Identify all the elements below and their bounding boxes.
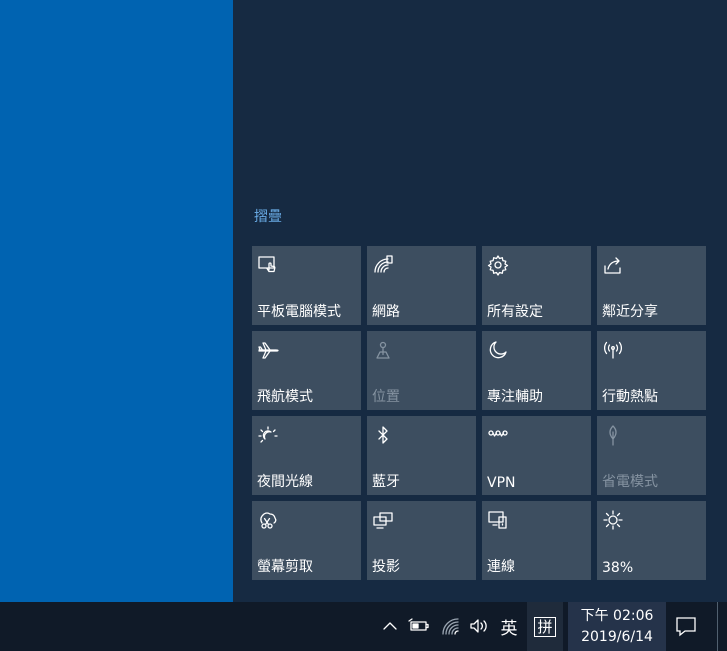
tile-night-light[interactable]: 夜間光線 — [252, 416, 361, 495]
desktop-wallpaper — [0, 0, 233, 602]
tile-label: 夜間光線 — [257, 474, 313, 490]
taskbar: 英 拼 下午 02:06 2019/6/14 — [0, 602, 727, 651]
notification-icon[interactable] — [674, 614, 698, 638]
location-icon — [372, 339, 394, 361]
bluetooth-icon — [372, 424, 394, 446]
wifi-icon[interactable] — [440, 614, 464, 638]
moon-icon — [487, 339, 509, 361]
tile-label: 網路 — [372, 304, 400, 320]
tablet-mode-icon — [257, 254, 279, 276]
clock-time: 下午 02:06 — [580, 607, 654, 624]
tile-label: 38% — [602, 560, 634, 576]
collapse-link[interactable]: 摺疊 — [254, 206, 282, 226]
airplane-icon — [257, 339, 279, 361]
ime-mode-button[interactable]: 拼 — [527, 602, 563, 651]
gear-icon — [487, 254, 509, 276]
tile-label: 螢幕剪取 — [257, 559, 313, 575]
show-desktop-button[interactable] — [717, 602, 720, 651]
tile-label: 連線 — [487, 559, 515, 575]
tile-battery-saver[interactable]: 省電模式 — [597, 416, 706, 495]
chevron-up-icon[interactable] — [380, 614, 400, 638]
night-light-icon — [257, 424, 279, 446]
tile-screen-snip[interactable]: 螢幕剪取 — [252, 501, 361, 580]
tile-label: 平板電腦模式 — [257, 304, 341, 320]
tile-vpn[interactable]: VPN — [482, 416, 591, 495]
tile-nearby-sharing[interactable]: 鄰近分享 — [597, 246, 706, 325]
tile-focus-assist[interactable]: 專注輔助 — [482, 331, 591, 410]
tile-label: VPN — [487, 475, 516, 491]
clock-date: 2019/6/14 — [581, 628, 653, 645]
tile-all-settings[interactable]: 所有設定 — [482, 246, 591, 325]
volume-icon[interactable] — [468, 614, 492, 638]
tile-label: 省電模式 — [602, 474, 658, 490]
project-icon — [372, 509, 394, 531]
clock-button[interactable]: 下午 02:06 2019/6/14 — [568, 602, 666, 651]
tile-airplane-mode[interactable]: 飛航模式 — [252, 331, 361, 410]
vpn-icon — [487, 424, 509, 446]
tile-label: 鄰近分享 — [602, 304, 658, 320]
tile-label: 位置 — [372, 389, 400, 405]
tile-location[interactable]: 位置 — [367, 331, 476, 410]
tile-label: 投影 — [372, 559, 400, 575]
ime-mode-label: 拼 — [534, 616, 556, 637]
tile-label: 飛航模式 — [257, 389, 313, 405]
tile-brightness[interactable]: 38% — [597, 501, 706, 580]
tile-label: 專注輔助 — [487, 389, 543, 405]
tile-network[interactable]: 網路 — [367, 246, 476, 325]
network-icon — [372, 254, 394, 276]
tile-mobile-hotspot[interactable]: 行動熱點 — [597, 331, 706, 410]
tile-connect[interactable]: 連線 — [482, 501, 591, 580]
tile-label: 藍牙 — [372, 474, 400, 490]
language-indicator[interactable]: 英 — [497, 614, 521, 639]
battery-icon[interactable] — [407, 614, 431, 638]
tile-label: 所有設定 — [487, 304, 543, 320]
hotspot-icon — [602, 339, 624, 361]
leaf-icon — [602, 424, 624, 446]
connect-icon — [487, 509, 509, 531]
action-center-panel: 摺疊 平板電腦模式 網路 所有設定 鄰近分享 飛航模式 位置 專注輔助 行動熱點… — [233, 0, 727, 602]
brightness-icon — [602, 509, 624, 531]
tile-tablet-mode[interactable]: 平板電腦模式 — [252, 246, 361, 325]
screen-snip-icon — [257, 509, 279, 531]
tile-label: 行動熱點 — [602, 389, 658, 405]
tile-bluetooth[interactable]: 藍牙 — [367, 416, 476, 495]
tile-project[interactable]: 投影 — [367, 501, 476, 580]
share-icon — [602, 254, 624, 276]
